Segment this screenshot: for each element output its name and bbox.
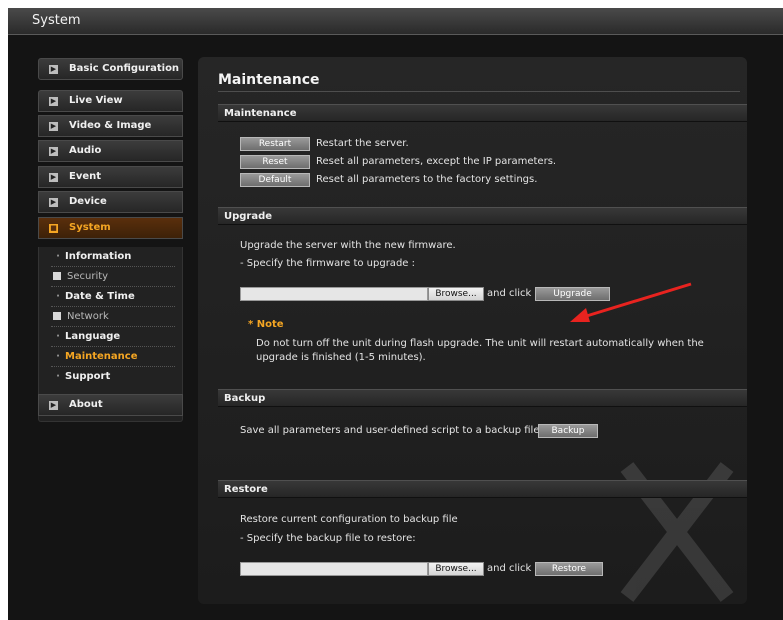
nav-label: Audio [69,145,102,156]
reset-button[interactable]: Reset [240,155,310,169]
expand-square-icon [53,312,61,320]
nav-label: Live View [69,95,123,106]
bullet-icon: · [56,291,60,302]
firmware-file-input[interactable] [240,287,428,301]
nav-live-view[interactable]: ▶ Live View [38,90,183,112]
upgrade-and-click: and click [487,288,532,299]
note-title: * Note [248,319,284,330]
expand-arrow-icon: ▶ [49,173,58,182]
expand-arrow-icon: ▶ [49,401,58,410]
nav-label: Basic Configuration [69,63,180,74]
backup-button[interactable]: Backup [538,424,598,438]
nav-system[interactable]: ■ System [38,217,183,239]
expand-arrow-icon: ▶ [49,122,58,131]
restore-intro: Restore current configuration to backup … [240,514,458,525]
bullet-icon: · [56,251,60,262]
nav-audio[interactable]: ▶ Audio [38,140,183,162]
bullet-icon: · [56,331,60,342]
submenu-network[interactable]: Network [51,307,175,327]
firmware-browse-button[interactable]: Browse... [428,287,484,301]
expand-arrow-icon: ▶ [49,97,58,106]
content-panel: Maintenance Maintenance Restart Restart … [198,57,747,604]
backup-file-input[interactable] [240,562,428,576]
sidebar-bottom-cap [38,416,183,422]
bullet-icon: · [56,371,60,382]
submenu-label: Maintenance [65,351,138,362]
bullet-icon: · [56,351,60,362]
upgrade-instruction: - Specify the firmware to upgrade : [240,258,415,269]
backup-text: Save all parameters and user-defined scr… [240,425,543,436]
submenu-label: Language [65,331,121,342]
submenu-date-time[interactable]: · Date & Time [51,287,175,307]
nav-basic-configuration[interactable]: ▶ Basic Configuration [38,58,183,80]
collapse-icon: ■ [49,224,58,233]
submenu-maintenance[interactable]: · Maintenance [51,347,175,367]
title-bar: System [8,8,783,35]
upgrade-intro: Upgrade the server with the new firmware… [240,240,456,251]
restore-and-click: and click [487,563,532,574]
note-text: Do not turn off the unit during flash up… [256,338,704,363]
nav-label: System [69,222,111,233]
submenu-label: Network [67,311,109,322]
page-title: Maintenance [218,72,320,88]
system-submenu: · Information Security · Date & Time Netwo… [38,247,183,395]
submenu-information[interactable]: · Information [51,247,175,267]
submenu-security[interactable]: Security [51,267,175,287]
submenu-label: Date & Time [65,291,135,302]
window-title: System [32,13,81,28]
app-frame: System ▶ Basic Configuration ▶ Live View… [8,8,783,620]
restart-button[interactable]: Restart [240,137,310,151]
restart-description: Restart the server. [316,138,409,149]
submenu-support[interactable]: · Support [51,367,175,387]
restore-browse-button[interactable]: Browse... [428,562,484,576]
nav-video-image[interactable]: ▶ Video & Image [38,115,183,137]
submenu-language[interactable]: · Language [51,327,175,347]
expand-arrow-icon: ▶ [49,65,58,74]
default-description: Reset all parameters to the factory sett… [316,174,538,185]
nav-label: Device [69,196,107,207]
reset-description: Reset all parameters, except the IP para… [316,156,557,167]
submenu-label: Security [67,271,109,282]
submenu-label: Information [65,251,132,262]
nav-device[interactable]: ▶ Device [38,191,183,213]
nav-label: Video & Image [69,120,152,131]
section-header-upgrade: Upgrade [218,207,747,225]
red-arrow-annotation [570,282,692,322]
default-button[interactable]: Default [240,173,310,187]
restore-instruction: - Specify the backup file to restore: [240,533,416,544]
submenu-label: Support [65,371,111,382]
restore-button[interactable]: Restore [535,562,603,576]
nav-event[interactable]: ▶ Event [38,166,183,188]
expand-arrow-icon: ▶ [49,198,58,207]
nav-about[interactable]: ▶ About [38,394,183,416]
section-header-restore: Restore [218,480,747,498]
expand-arrow-icon: ▶ [49,147,58,156]
section-header-maintenance: Maintenance [218,104,747,122]
section-header-backup: Backup [218,389,747,407]
expand-square-icon [53,272,61,280]
title-divider [218,91,740,92]
nav-label: About [69,399,103,410]
nav-label: Event [69,171,102,182]
